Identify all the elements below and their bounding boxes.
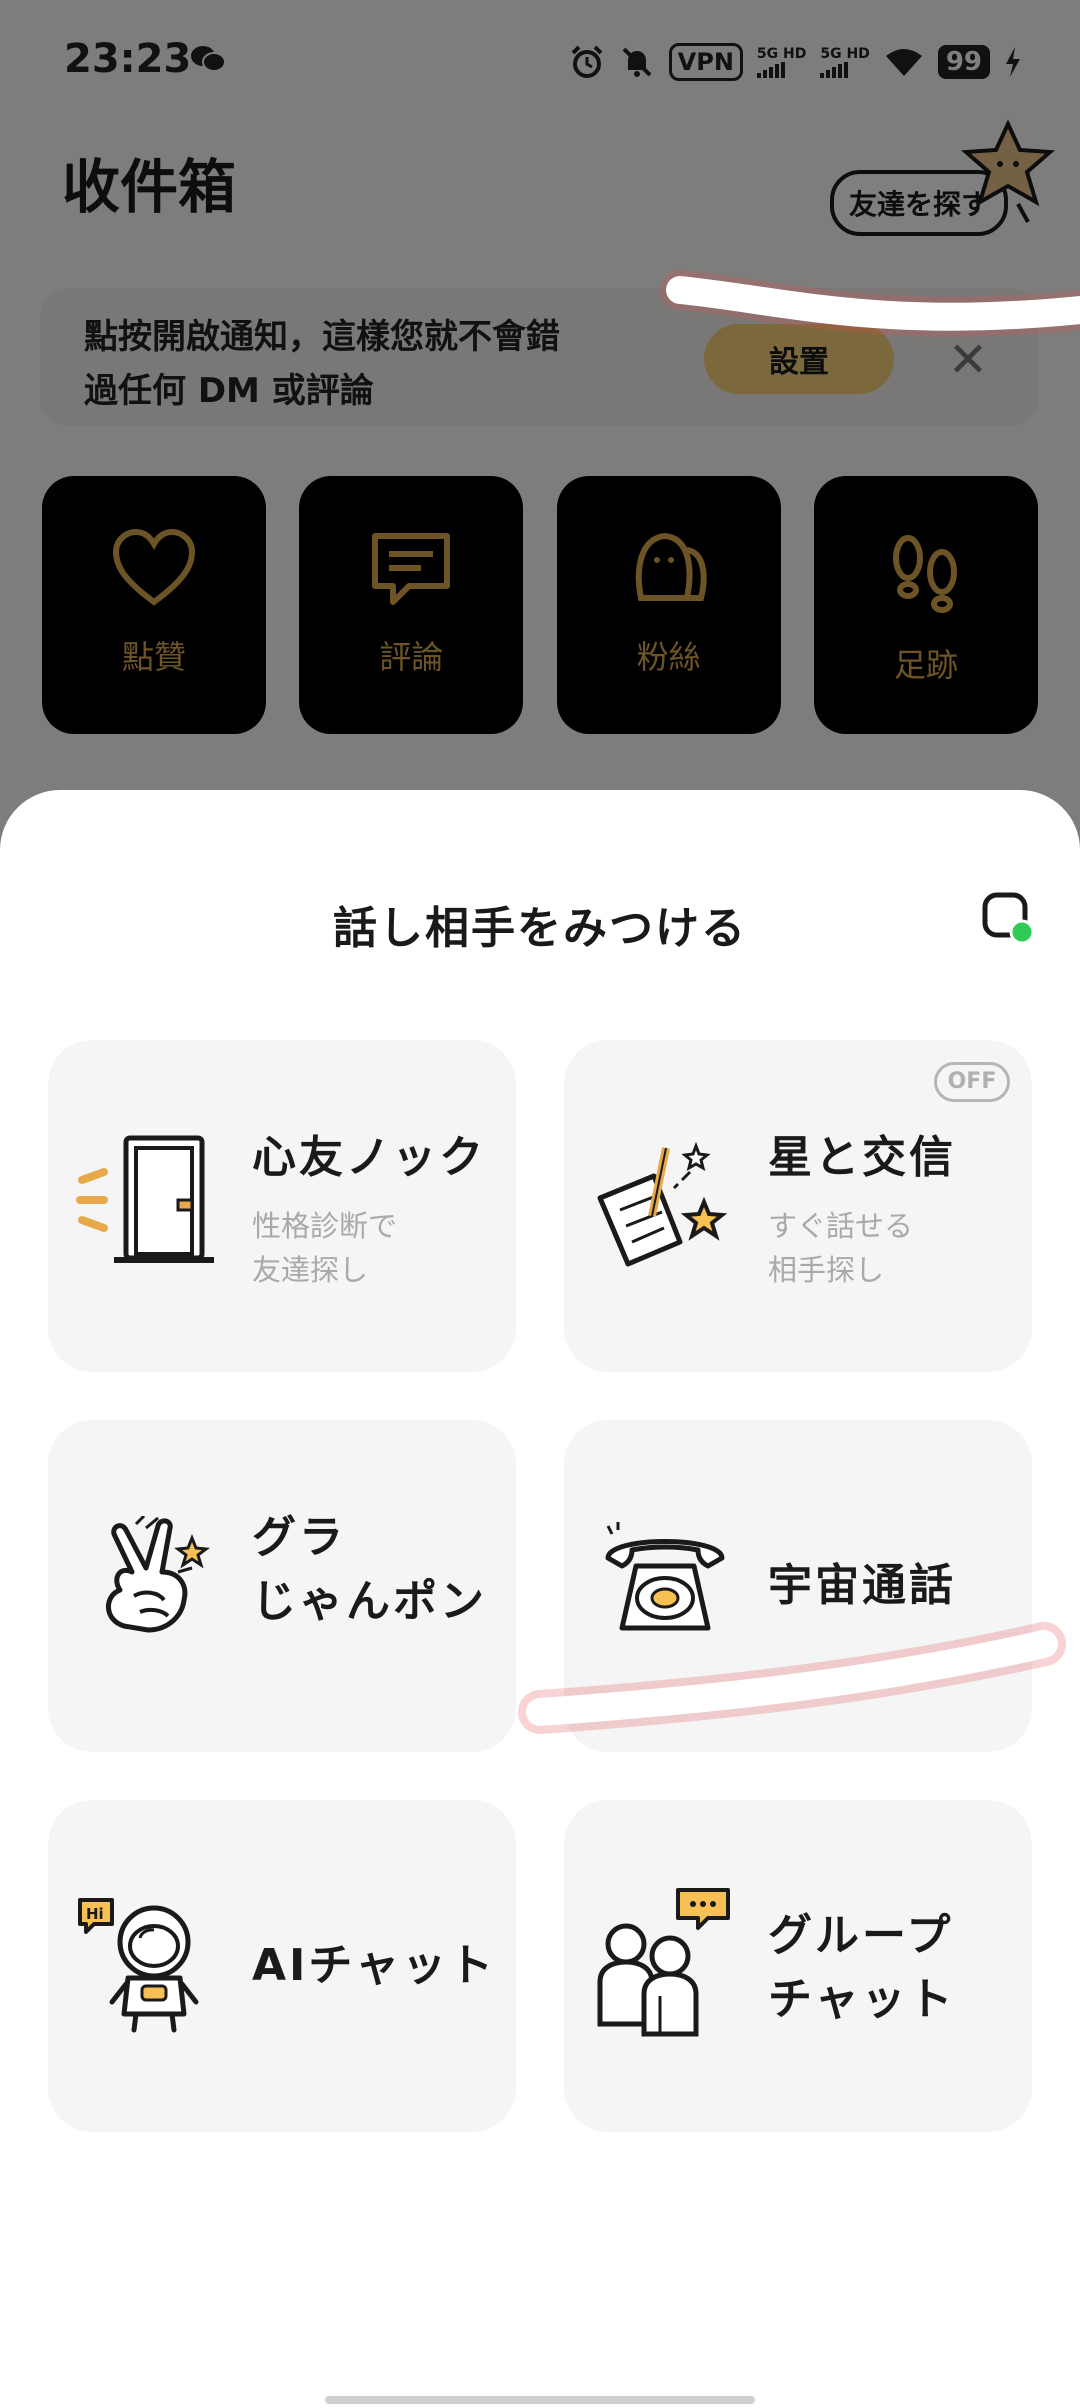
card-title: 星と交信 [768,1132,956,1183]
card-subtitle: すぐ話せる 相手探し [768,1209,914,1287]
telephone-icon [605,1522,725,1631]
home-indicator[interactable] [325,2396,755,2404]
card-space-call[interactable]: 宇宙通話 [564,1420,1032,1752]
hi-bubble-text: Hi [86,1905,104,1923]
door-icon [76,1135,214,1263]
card-ai-chat[interactable]: Hi AIチャット [48,1800,516,2132]
card-subtitle: 性格診断で 友達探し [252,1209,398,1287]
group-chat-icon [597,1888,730,2037]
card-group-chat[interactable]: グループ チャット [564,1800,1032,2132]
card-star-contact[interactable]: OFF 星と交信 すぐ話せる 相手探し [564,1040,1032,1372]
card-title: グラ じゃんポン [252,1512,487,1627]
astronaut-icon: Hi [78,1898,199,2033]
find-partner-sheet: 話し相手をみつける 心友ノック 性格診断で 友達探し OFF 星と交信 すぐ話せ… [0,790,1080,2408]
star-letter-icon [597,1141,728,1267]
card-title: 心友ノック [252,1132,487,1183]
online-status-icon[interactable] [982,892,1034,944]
off-badge: OFF [934,1062,1010,1102]
peace-hand-icon [106,1516,210,1633]
card-title: AIチャット [252,1940,496,1991]
sheet-title: 話し相手をみつける [333,903,747,954]
card-title: グループ チャット [768,1910,956,2025]
card-rock-paper-scissors[interactable]: グラ じゃんポン [48,1420,516,1752]
card-heart-knock[interactable]: 心友ノック 性格診断で 友達探し [48,1040,516,1372]
card-title: 宇宙通話 [768,1560,956,1611]
